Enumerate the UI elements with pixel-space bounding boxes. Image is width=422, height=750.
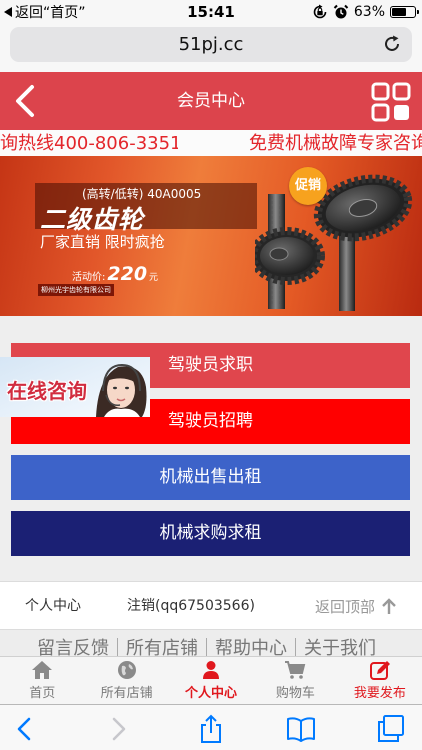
- tab-cart[interactable]: 购物车: [253, 657, 337, 704]
- banner-price: 活动价: 220 元: [72, 263, 158, 285]
- tabs-icon[interactable]: [376, 714, 406, 744]
- hotline-text: 询热线400-806-3351: [0, 133, 178, 154]
- tab-home-label: 首页: [29, 686, 56, 701]
- link-all-shops[interactable]: 所有店铺: [117, 638, 206, 656]
- gear-image: [255, 174, 413, 311]
- back-to-top-label: 返回顶部: [315, 597, 376, 616]
- tab-home[interactable]: 首页: [0, 657, 84, 704]
- personal-center-link[interactable]: 个人中心: [25, 582, 81, 630]
- banner-tagline: 厂家直销 限时疯抢: [40, 233, 165, 251]
- forward-icon[interactable]: [103, 714, 133, 744]
- tab-all-shops-label: 所有店铺: [100, 686, 153, 701]
- battery-percentage: 63%: [353, 4, 385, 20]
- page-title: 会员中心: [177, 91, 245, 111]
- reload-icon[interactable]: [382, 34, 402, 54]
- tab-personal-center-label: 个人中心: [185, 686, 238, 701]
- browser-toolbar: [0, 704, 422, 750]
- globe-icon: [117, 661, 136, 679]
- status-indicators: 63%: [312, 3, 419, 21]
- price-unit: 元: [149, 273, 159, 283]
- url-text[interactable]: 51pj.cc: [10, 27, 412, 62]
- link-feedback[interactable]: 留言反馈: [37, 638, 117, 656]
- orientation-lock-icon: [313, 4, 327, 19]
- bottom-tab-bar: 首页 所有店铺 个人中心 购物车 我要发布: [0, 656, 422, 704]
- status-bar: 返回“首页” 15:41 63%: [0, 0, 422, 24]
- footer-links: 留言反馈 所有店铺 帮助中心 关于我们: [0, 630, 422, 656]
- tab-cart-label: 购物车: [275, 686, 315, 701]
- logout-link[interactable]: 注销(qq67503566): [127, 582, 255, 630]
- machinery-purchase-rent-button[interactable]: 机械求购求租: [11, 511, 410, 556]
- user-icon: [203, 661, 220, 679]
- grid-icon[interactable]: [370, 81, 412, 123]
- footer-links-list: 留言反馈 所有店铺 帮助中心 关于我们: [37, 638, 384, 656]
- battery-cap: [417, 10, 419, 14]
- cart-icon: [285, 661, 306, 679]
- online-consult-widget[interactable]: 在线咨询: [0, 357, 150, 417]
- alarm-icon: [333, 4, 349, 19]
- price-label: 活动价:: [72, 272, 106, 283]
- price-value: 220: [107, 263, 148, 285]
- back-icon[interactable]: [10, 714, 40, 744]
- machinery-sale-rent-button[interactable]: 机械出售出租: [11, 455, 410, 500]
- home-icon: [32, 661, 53, 679]
- tab-publish[interactable]: 我要发布: [338, 657, 422, 704]
- footer-account-row: 个人中心 注销(qq67503566) 返回顶部: [0, 581, 422, 630]
- link-help-center[interactable]: 帮助中心: [206, 638, 295, 656]
- tab-personal-center[interactable]: 个人中心: [169, 657, 253, 704]
- banner-company: 柳州光宇齿轮有限公司: [38, 284, 114, 296]
- marquee-banner: 询热线400-806-3351 免费机械故障专家咨询: [0, 130, 422, 156]
- battery-icon: [390, 6, 419, 18]
- slogan-text: 免费机械故障专家咨询: [249, 133, 422, 154]
- arrow-up-icon: [382, 598, 396, 614]
- battery-level-fill: [392, 8, 406, 16]
- edit-icon: [369, 661, 390, 680]
- page-header: 会员中心: [0, 72, 422, 130]
- promo-badge: 促销: [289, 167, 327, 205]
- promo-banner[interactable]: (高转/低转) 40A0005 二级齿轮 厂家直销 限时疯抢 活动价: 220 …: [0, 156, 422, 316]
- address-bar[interactable]: 51pj.cc: [10, 27, 412, 62]
- bookmarks-icon[interactable]: [286, 714, 316, 744]
- back-to-top-button[interactable]: 返回顶部: [315, 582, 397, 630]
- share-icon[interactable]: [196, 714, 226, 744]
- tab-publish-label: 我要发布: [353, 686, 406, 701]
- online-consult-label: 在线咨询: [7, 379, 87, 403]
- tab-all-shops[interactable]: 所有店铺: [84, 657, 168, 704]
- link-about-us[interactable]: 关于我们: [295, 638, 384, 656]
